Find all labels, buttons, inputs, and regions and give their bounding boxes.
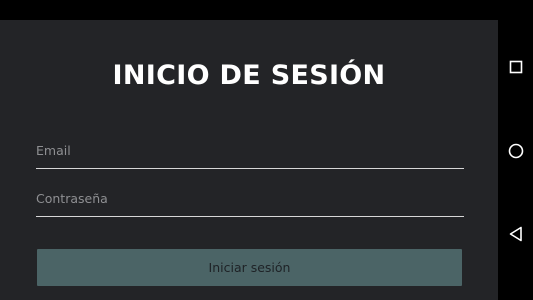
system-nav-bar	[498, 0, 533, 300]
screen: INICIO DE SESIÓN Email Contraseña Inicia…	[0, 0, 533, 300]
circle-home-icon	[508, 143, 523, 159]
email-placeholder: Email	[36, 143, 71, 158]
square-recents-icon	[509, 60, 522, 74]
password-field[interactable]: Contraseña	[36, 191, 464, 217]
page-title: INICIO DE SESIÓN	[112, 60, 386, 91]
email-field[interactable]: Email	[36, 143, 464, 169]
home-button[interactable]	[498, 136, 533, 166]
login-screen: INICIO DE SESIÓN Email Contraseña Inicia…	[0, 20, 498, 300]
triangle-back-icon	[509, 226, 522, 242]
password-placeholder: Contraseña	[36, 191, 108, 206]
back-button[interactable]	[498, 219, 533, 249]
recents-button[interactable]	[498, 52, 533, 82]
login-button[interactable]: Iniciar sesión	[37, 249, 462, 286]
